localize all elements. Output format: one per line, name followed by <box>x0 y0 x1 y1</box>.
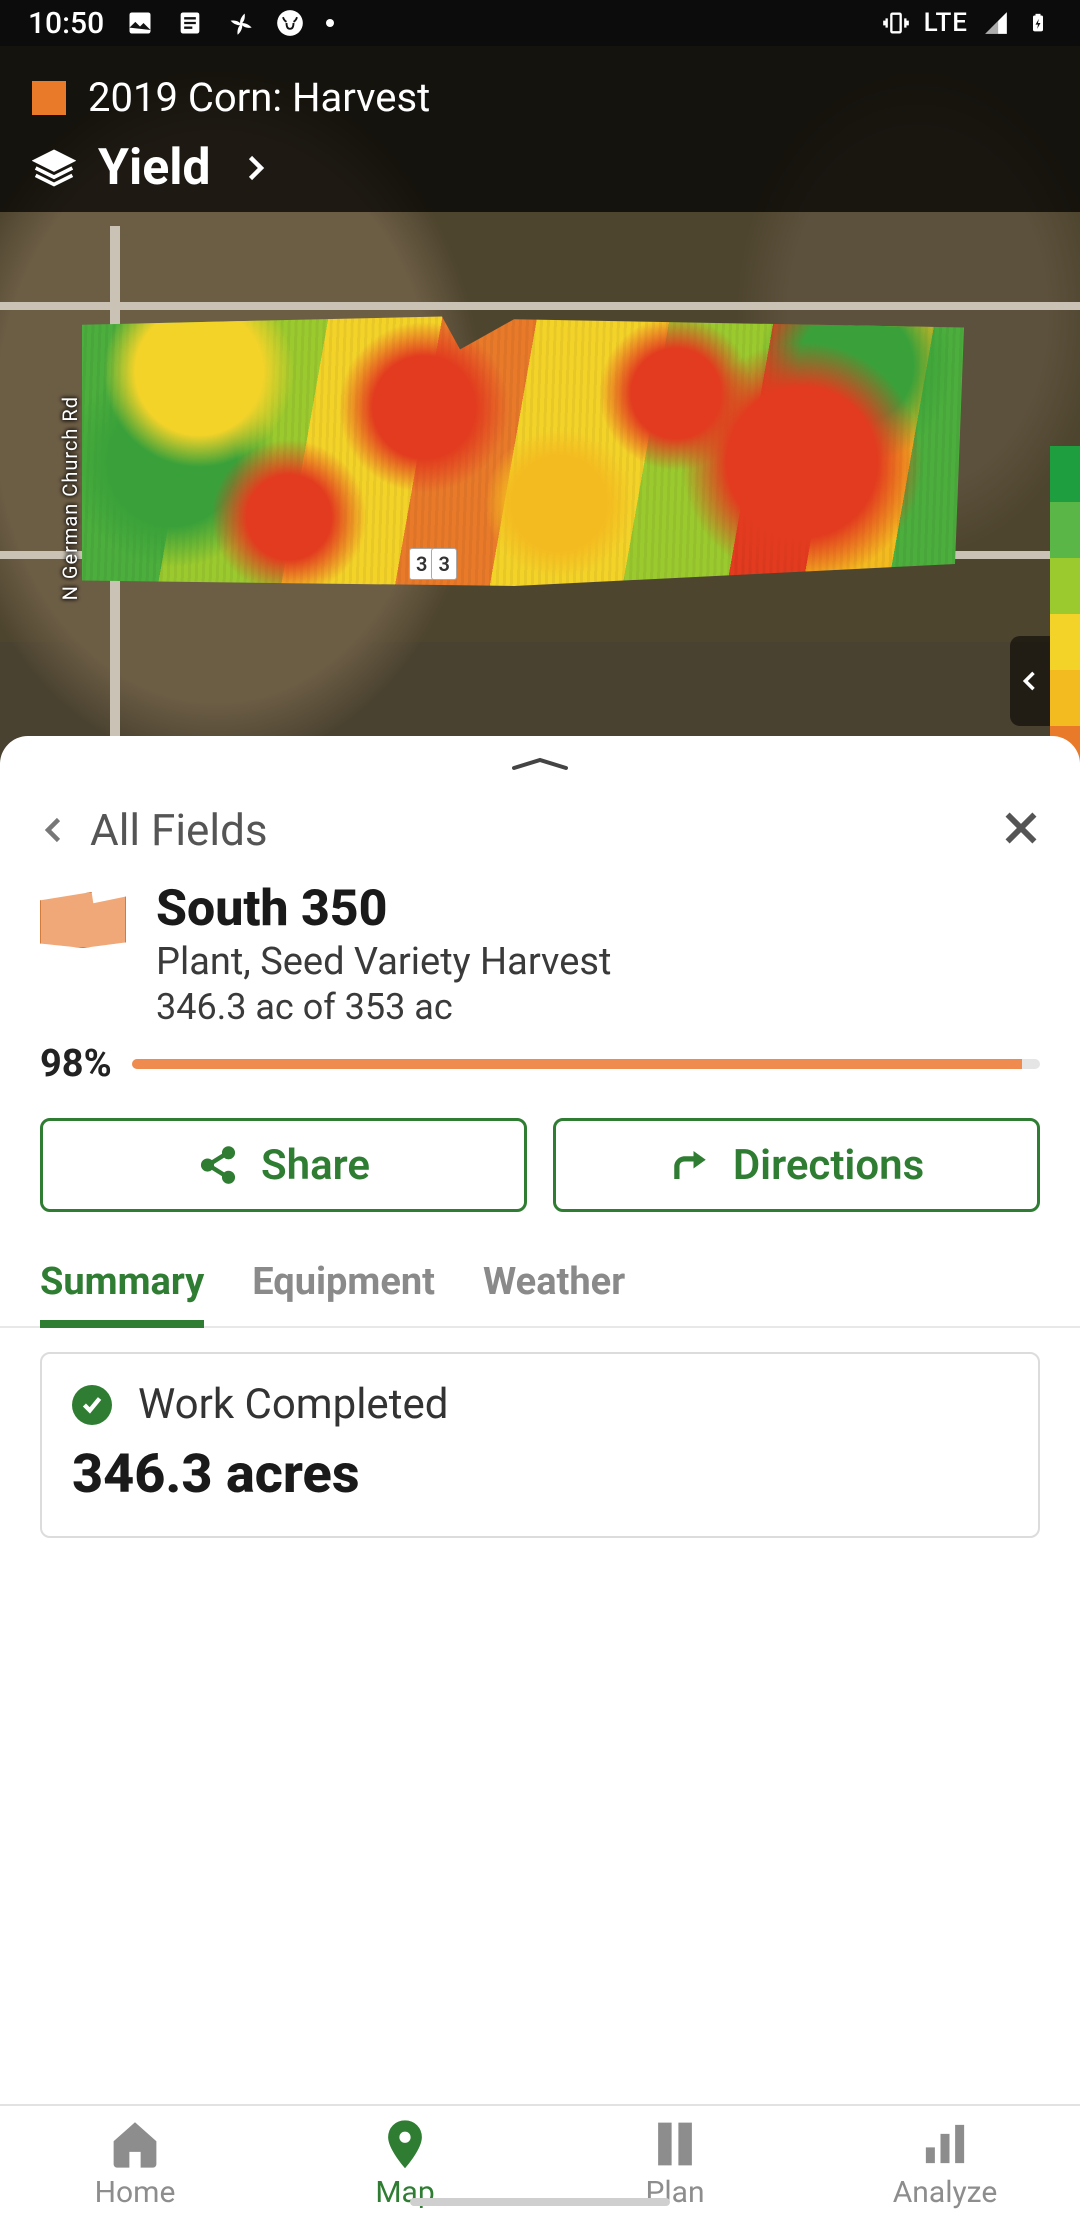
progress-fill <box>132 1059 1022 1069</box>
map-marker-label: 3 <box>431 548 456 580</box>
legend-swatch <box>1050 670 1080 726</box>
home-icon <box>108 2117 162 2171</box>
season-color-swatch <box>32 81 66 115</box>
card-value: 346.3 acres <box>72 1443 1008 1506</box>
yield-field-overlay[interactable] <box>64 311 964 586</box>
status-time: 10:50 <box>28 6 104 41</box>
season-label: 2019 Corn: Harvest <box>88 74 430 121</box>
directions-button[interactable]: Directions <box>553 1118 1040 1212</box>
tab-summary[interactable]: Summary <box>40 1246 204 1326</box>
nav-label: Home <box>95 2175 176 2210</box>
tab-equipment[interactable]: Equipment <box>252 1246 435 1326</box>
legend-swatch <box>1050 558 1080 614</box>
field-detail-sheet: All Fields South 350 Plant, Seed Variety… <box>0 736 1080 2104</box>
sheet-tabs: Summary Equipment Weather <box>0 1242 1080 1328</box>
notes-icon <box>176 9 204 37</box>
vibrate-icon <box>882 9 910 37</box>
map-header: 2019 Corn: Harvest Yield <box>0 46 1080 212</box>
work-completed-card: Work Completed 346.3 acres <box>40 1352 1040 1538</box>
field-area: 346.3 ac of 353 ac <box>156 986 611 1028</box>
gallery-icon <box>126 9 154 37</box>
plan-icon <box>648 2117 702 2171</box>
nav-label: Analyze <box>893 2175 998 2210</box>
share-label: Share <box>261 1141 370 1190</box>
field-operations: Plant, Seed Variety Harvest <box>156 940 611 984</box>
share-button[interactable]: Share <box>40 1118 527 1212</box>
pinwheel-icon <box>226 9 254 37</box>
progress-row: 98% <box>0 1034 1080 1110</box>
close-icon <box>998 805 1044 851</box>
progress-bar <box>132 1059 1040 1069</box>
map-road <box>0 302 1080 310</box>
battery-icon <box>1024 9 1052 37</box>
road-label: N German Church Rd <box>58 396 82 600</box>
legend-collapse-button[interactable] <box>1010 636 1050 726</box>
progress-percent: 98% <box>40 1042 112 1086</box>
signal-icon <box>982 9 1010 37</box>
legend-swatch <box>1050 614 1080 670</box>
analyze-icon <box>918 2117 972 2171</box>
layers-icon <box>32 146 76 190</box>
season-selector[interactable]: 2019 Corn: Harvest <box>32 74 1048 121</box>
deer-icon <box>276 9 304 37</box>
directions-label: Directions <box>733 1141 924 1190</box>
back-to-all-fields[interactable]: All Fields <box>36 804 268 856</box>
sheet-drag-handle[interactable] <box>510 756 570 776</box>
status-dot-icon <box>326 19 334 27</box>
legend-swatch <box>1050 446 1080 502</box>
chevron-right-icon <box>237 150 273 186</box>
layer-label: Yield <box>98 139 211 197</box>
nav-analyze[interactable]: Analyze <box>810 2106 1080 2220</box>
map-icon <box>378 2117 432 2171</box>
field-shape-thumbnail <box>40 892 126 948</box>
nav-home[interactable]: Home <box>0 2106 270 2220</box>
chevron-left-icon <box>36 812 72 848</box>
field-name: South 350 <box>156 880 611 938</box>
close-sheet-button[interactable] <box>998 805 1044 855</box>
legend-swatch <box>1050 502 1080 558</box>
directions-icon <box>669 1144 711 1186</box>
check-icon <box>72 1385 112 1425</box>
network-type-label: LTE <box>924 8 968 38</box>
map-marker[interactable]: 3 3 <box>412 548 457 580</box>
card-status-label: Work Completed <box>138 1380 448 1429</box>
gesture-bar <box>410 2198 670 2206</box>
share-icon <box>197 1144 239 1186</box>
back-label: All Fields <box>90 804 268 856</box>
layer-selector[interactable]: Yield <box>32 139 1048 197</box>
tab-weather[interactable]: Weather <box>483 1246 625 1326</box>
status-bar: 10:50 LTE <box>0 0 1080 46</box>
